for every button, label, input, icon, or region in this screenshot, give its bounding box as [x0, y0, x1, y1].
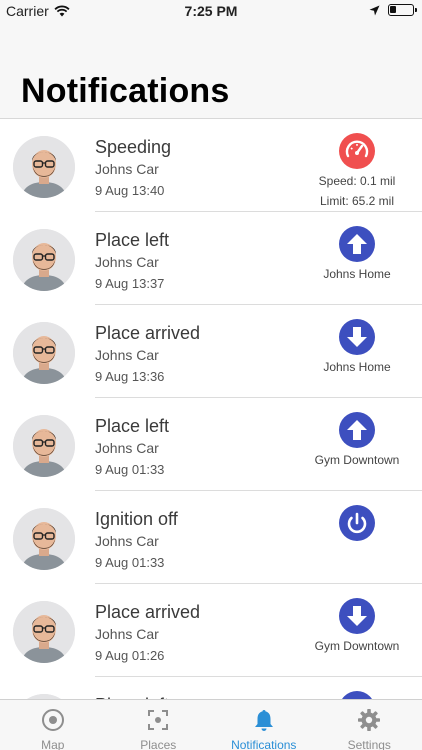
event-detail: Johns Home	[323, 360, 391, 374]
notification-list[interactable]: Speeding Johns Car 9 Aug 13:40 Speed: 0.1 …	[0, 119, 422, 699]
tab-map[interactable]: Map	[0, 700, 106, 750]
notification-row[interactable]: Place left Johns Car 9 Aug 13:37 Johns Hom…	[0, 212, 422, 305]
notification-event: Johns Home	[292, 319, 422, 375]
avatar	[13, 136, 75, 198]
notification-row[interactable]: Place leftJohns Car	[0, 677, 422, 699]
speedometer-icon	[339, 133, 375, 169]
event-detail: Gym Downtown	[314, 639, 400, 653]
vehicle-name: Johns Car	[95, 161, 159, 177]
bell-icon	[252, 708, 276, 732]
notification-time: 9 Aug 01:26	[95, 648, 165, 663]
status-bar: Carrier 7:25 PM	[0, 0, 422, 22]
battery-level	[390, 6, 397, 13]
page-title: Notifications	[21, 72, 230, 110]
notification-row[interactable]: Place arrived Johns Car 9 Aug 01:26 Gym Do…	[0, 584, 422, 677]
vehicle-name: Johns Car	[95, 440, 159, 456]
tab-label: Settings	[347, 738, 391, 750]
vehicle-name: Johns Car	[95, 533, 159, 549]
avatar	[13, 508, 75, 570]
notification-text: Speeding Johns Car 9 Aug 13:40	[95, 136, 171, 200]
notification-event: Johns Home	[292, 226, 422, 282]
event-detail: Gym Downtown	[314, 453, 400, 467]
tab-notifications[interactable]: Notifications	[211, 700, 317, 750]
notification-title: Place arrived	[95, 602, 201, 622]
notification-title: Ignition off	[95, 509, 178, 529]
event-detail: Limit: 65.2 mil	[319, 194, 395, 208]
notification-row[interactable]: Ignition off Johns Car 9 Aug 01:33	[0, 491, 422, 584]
avatar	[13, 322, 75, 384]
notification-title: Place left	[95, 230, 170, 250]
map-target-icon	[41, 708, 65, 732]
notification-time: 9 Aug 01:33	[95, 555, 165, 570]
notification-title: Speeding	[95, 137, 172, 157]
battery-icon	[388, 4, 417, 16]
notification-event: Gym Downtown	[292, 598, 422, 654]
places-focus-icon	[146, 708, 170, 732]
vehicle-name: Johns Car	[95, 254, 159, 270]
navigation-header: Notifications	[0, 22, 422, 119]
avatar	[13, 229, 75, 291]
event-detail: Johns Home	[323, 267, 391, 281]
event-detail: Speed: 0.1 mil	[318, 174, 396, 188]
tab-places[interactable]: Places	[106, 700, 212, 750]
notification-row[interactable]: Speeding Johns Car 9 Aug 13:40 Speed: 0.1 …	[0, 119, 422, 212]
gear-icon	[357, 708, 381, 732]
notification-event	[292, 691, 422, 699]
vehicle-name: Johns Car	[95, 626, 159, 642]
tab-label: Places	[140, 738, 177, 750]
notification-text: Place arrived Johns Car 9 Aug 01:26	[95, 601, 200, 665]
notification-time: 9 Aug 13:37	[95, 276, 165, 291]
notification-time: 9 Aug 01:33	[95, 462, 165, 477]
arrow-up-icon	[339, 412, 375, 448]
arrow-up-icon	[339, 691, 375, 699]
tab-settings[interactable]: Settings	[317, 700, 422, 750]
notification-event: Gym Downtown	[292, 412, 422, 468]
notification-event: Speed: 0.1 mil Limit: 65.2 mil	[292, 133, 422, 209]
notification-row[interactable]: Place arrived Johns Car 9 Aug 13:36 Johns …	[0, 305, 422, 398]
arrow-down-icon	[339, 598, 375, 634]
location-arrow-icon	[369, 5, 380, 15]
notification-title: Place left	[95, 416, 170, 436]
status-right	[369, 4, 417, 16]
power-icon	[339, 505, 375, 541]
tab-bar: Map Places Notifications Settings	[0, 699, 422, 750]
notification-text: Ignition off Johns Car 9 Aug 01:33	[95, 508, 178, 572]
notification-time: 9 Aug 13:40	[95, 183, 165, 198]
tab-label: Notifications	[231, 738, 297, 750]
notification-text: Place left Johns Car 9 Aug 13:37	[95, 229, 169, 293]
tab-label: Map	[41, 738, 65, 750]
notification-text: Place left Johns Car 9 Aug 01:33	[95, 415, 169, 479]
notification-time: 9 Aug 13:36	[95, 369, 165, 384]
notification-event	[292, 505, 422, 541]
notification-text: Place arrived Johns Car 9 Aug 13:36	[95, 322, 200, 386]
arrow-up-icon	[339, 226, 375, 262]
avatar	[13, 601, 75, 663]
notification-title: Place arrived	[95, 323, 201, 343]
avatar	[13, 415, 75, 477]
arrow-down-icon	[339, 319, 375, 355]
vehicle-name: Johns Car	[95, 347, 159, 363]
notification-row[interactable]: Place left Johns Car 9 Aug 01:33 Gym Downt…	[0, 398, 422, 491]
status-time: 7:25 PM	[184, 3, 238, 19]
